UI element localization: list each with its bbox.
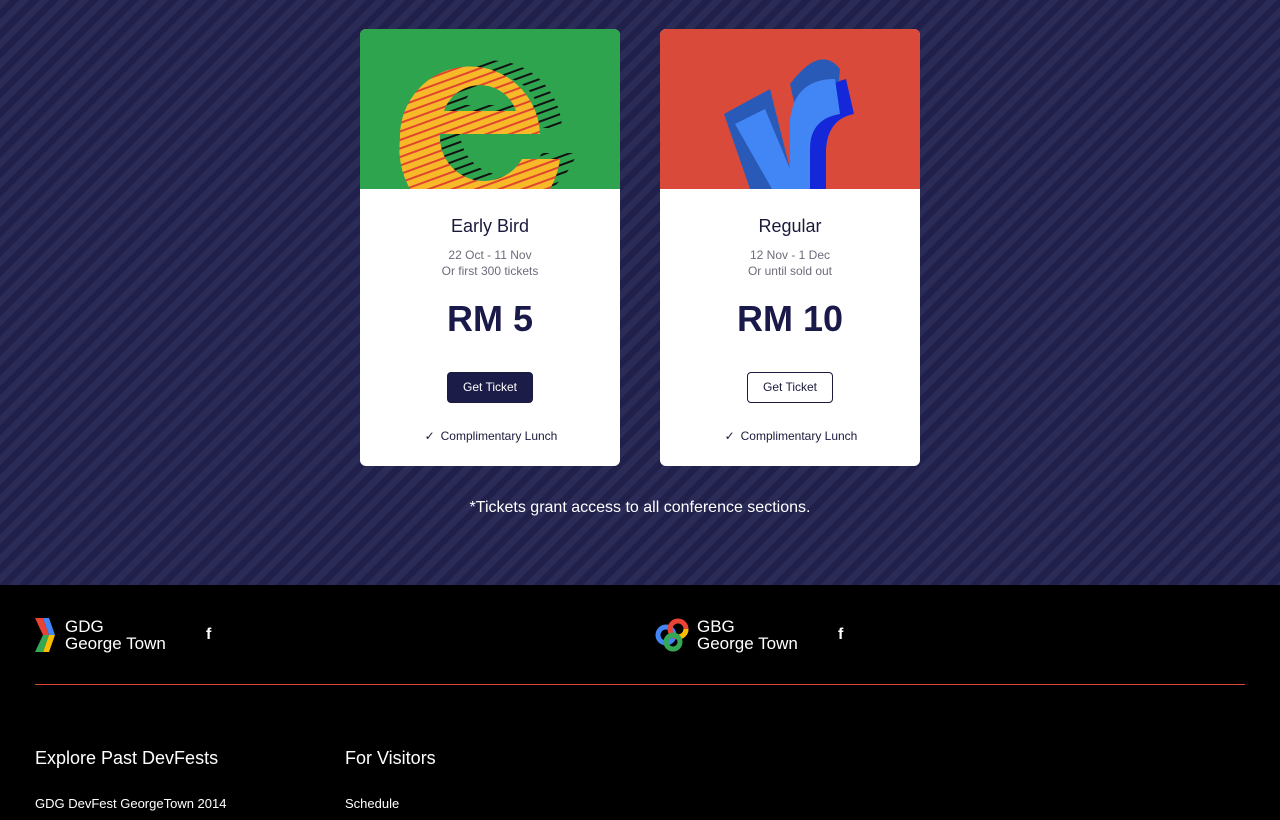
gbg-brand-name: GBG George Town bbox=[697, 618, 798, 652]
ticket-date-range: 12 Nov - 1 Dec bbox=[749, 248, 831, 262]
ticket-price: RM 10 bbox=[736, 298, 844, 339]
brand-line-2: George Town bbox=[65, 634, 166, 653]
ticket-condition: Or first 300 tickets bbox=[441, 264, 539, 278]
ticket-price: RM 5 bbox=[446, 298, 533, 339]
early-bird-artwork bbox=[360, 29, 620, 189]
get-ticket-button[interactable]: Get Ticket bbox=[747, 372, 833, 403]
ticket-title: Regular bbox=[758, 216, 822, 236]
ticket-date-range: 22 Oct - 11 Nov bbox=[448, 248, 532, 262]
footer: GDG George Town f GBG George Town f Expl… bbox=[0, 585, 1280, 820]
facebook-icon[interactable]: f bbox=[838, 626, 843, 644]
gbg-logo-icon bbox=[655, 618, 689, 652]
past-devfests-heading: Explore Past DevFests bbox=[35, 748, 219, 768]
ticket-dates: 12 Nov - 1 Dec Or until sold out bbox=[660, 247, 920, 279]
brand-line-1: GBG bbox=[697, 617, 735, 636]
ticket-perk-label: Complimentary Lunch bbox=[740, 429, 858, 443]
brand-line-2: George Town bbox=[697, 634, 798, 653]
regular-artwork bbox=[660, 29, 920, 189]
facebook-icon[interactable]: f bbox=[206, 626, 211, 644]
check-icon: ✓ bbox=[424, 429, 435, 443]
gdg-logo-icon bbox=[35, 618, 55, 652]
check-icon: ✓ bbox=[724, 429, 735, 443]
ticket-card-regular: Regular 12 Nov - 1 Dec Or until sold out… bbox=[660, 29, 920, 466]
ticket-perk-label: Complimentary Lunch bbox=[440, 429, 558, 443]
tickets-section: Early Bird 22 Oct - 11 Nov Or first 300 … bbox=[0, 0, 1280, 585]
get-ticket-button[interactable]: Get Ticket bbox=[447, 372, 533, 403]
ticket-perk: ✓ Complimentary Lunch bbox=[660, 429, 920, 443]
gbg-brand[interactable]: GBG George Town bbox=[655, 617, 798, 653]
brand-line-1: GDG bbox=[65, 617, 104, 636]
ticket-perk: ✓ Complimentary Lunch bbox=[360, 429, 620, 443]
tickets-note: *Tickets grant access to all conference … bbox=[469, 499, 811, 516]
past-devfest-link[interactable]: GDG DevFest GeorgeTown 2014 bbox=[35, 796, 226, 811]
ticket-condition: Or until sold out bbox=[747, 264, 833, 278]
ticket-title: Early Bird bbox=[450, 216, 530, 236]
ticket-card-early-bird: Early Bird 22 Oct - 11 Nov Or first 300 … bbox=[360, 29, 620, 466]
gdg-brand-name: GDG George Town bbox=[65, 618, 166, 652]
footer-divider bbox=[35, 684, 1245, 685]
ticket-dates: 22 Oct - 11 Nov Or first 300 tickets bbox=[360, 247, 620, 279]
gdg-brand[interactable]: GDG George Town bbox=[35, 617, 166, 653]
schedule-link[interactable]: Schedule bbox=[345, 796, 399, 811]
for-visitors-heading: For Visitors bbox=[345, 748, 436, 768]
